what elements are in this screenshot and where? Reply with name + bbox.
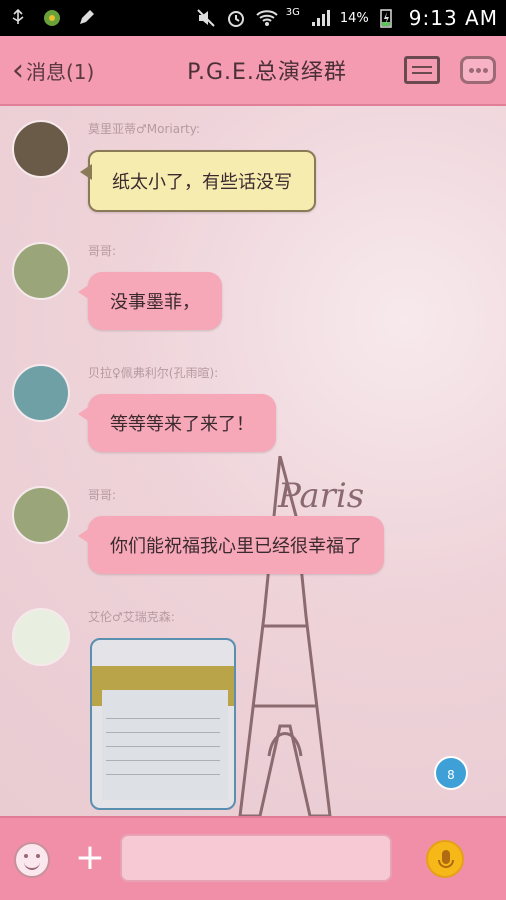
avatar[interactable] [12, 486, 70, 544]
unread-badge[interactable]: 8 [434, 756, 468, 790]
sender-name: 哥哥: [88, 244, 117, 258]
pencil-icon [76, 8, 96, 28]
smiley-icon[interactable] [14, 842, 50, 878]
dot [476, 68, 481, 73]
paper-line [106, 760, 220, 761]
chat-area[interactable]: Paris 莫里亚蒂♂Moriarty: 纸太小了，有些话没写 哥哥: 没事墨菲… [0, 106, 506, 816]
battery-charging-icon [379, 8, 399, 28]
paper-line [106, 746, 220, 747]
clock: 9:13 AM [408, 6, 498, 30]
message-bubble[interactable]: 你们能祝福我心里已经很幸福了 [78, 516, 384, 574]
list-icon[interactable] [404, 56, 440, 84]
microphone-icon[interactable] [426, 840, 464, 878]
alarm-icon [226, 8, 246, 28]
message-bubble[interactable]: 等等等来了来了！ [78, 394, 276, 452]
paper-line [106, 718, 220, 719]
paper-line [106, 774, 220, 775]
message-bubble[interactable]: 没事墨菲， [78, 272, 222, 330]
wifi-icon [256, 8, 278, 28]
sender-name: 哥哥: [88, 488, 117, 502]
avatar[interactable] [12, 120, 70, 178]
status-bar: 3G 14% 9:13 AM [0, 0, 506, 36]
header-bar: ‹ 消息(1) P.G.E.总演绎群 [0, 36, 506, 106]
chat-title: P.G.E.总演绎群 [187, 60, 347, 85]
app-notification-icon [42, 8, 62, 28]
mute-icon [196, 8, 216, 28]
input-bar: + [0, 816, 506, 900]
plus-icon[interactable]: + [72, 840, 108, 876]
avatar[interactable] [12, 364, 70, 422]
network-type: 3G [285, 6, 300, 18]
back-button[interactable]: ‹ 消息(1) [0, 53, 140, 88]
dot [469, 68, 474, 73]
more-icon[interactable] [460, 56, 496, 84]
mic-stand [438, 860, 454, 868]
avatar[interactable] [12, 608, 70, 666]
signal-icon [310, 8, 330, 28]
paris-text: Paris [278, 476, 365, 516]
paper-page [102, 690, 228, 800]
avatar[interactable] [12, 242, 70, 300]
back-label: 消息(1) [26, 59, 95, 84]
message-bubble[interactable]: 纸太小了，有些话没写 [80, 150, 316, 212]
chevron-left-icon: ‹ [12, 52, 24, 88]
sender-name: 艾伦♂艾瑞克森: [88, 610, 175, 624]
image-message[interactable] [90, 638, 236, 810]
sender-name: 莫里亚蒂♂Moriarty: [88, 122, 200, 136]
battery-percent: 14% [339, 10, 369, 26]
sender-name: 贝拉♀佩弗利尔(孔雨暄): [88, 366, 219, 380]
dot [483, 68, 488, 73]
usb-icon [8, 8, 28, 28]
message-input[interactable] [120, 834, 392, 882]
paper-line [106, 732, 220, 733]
